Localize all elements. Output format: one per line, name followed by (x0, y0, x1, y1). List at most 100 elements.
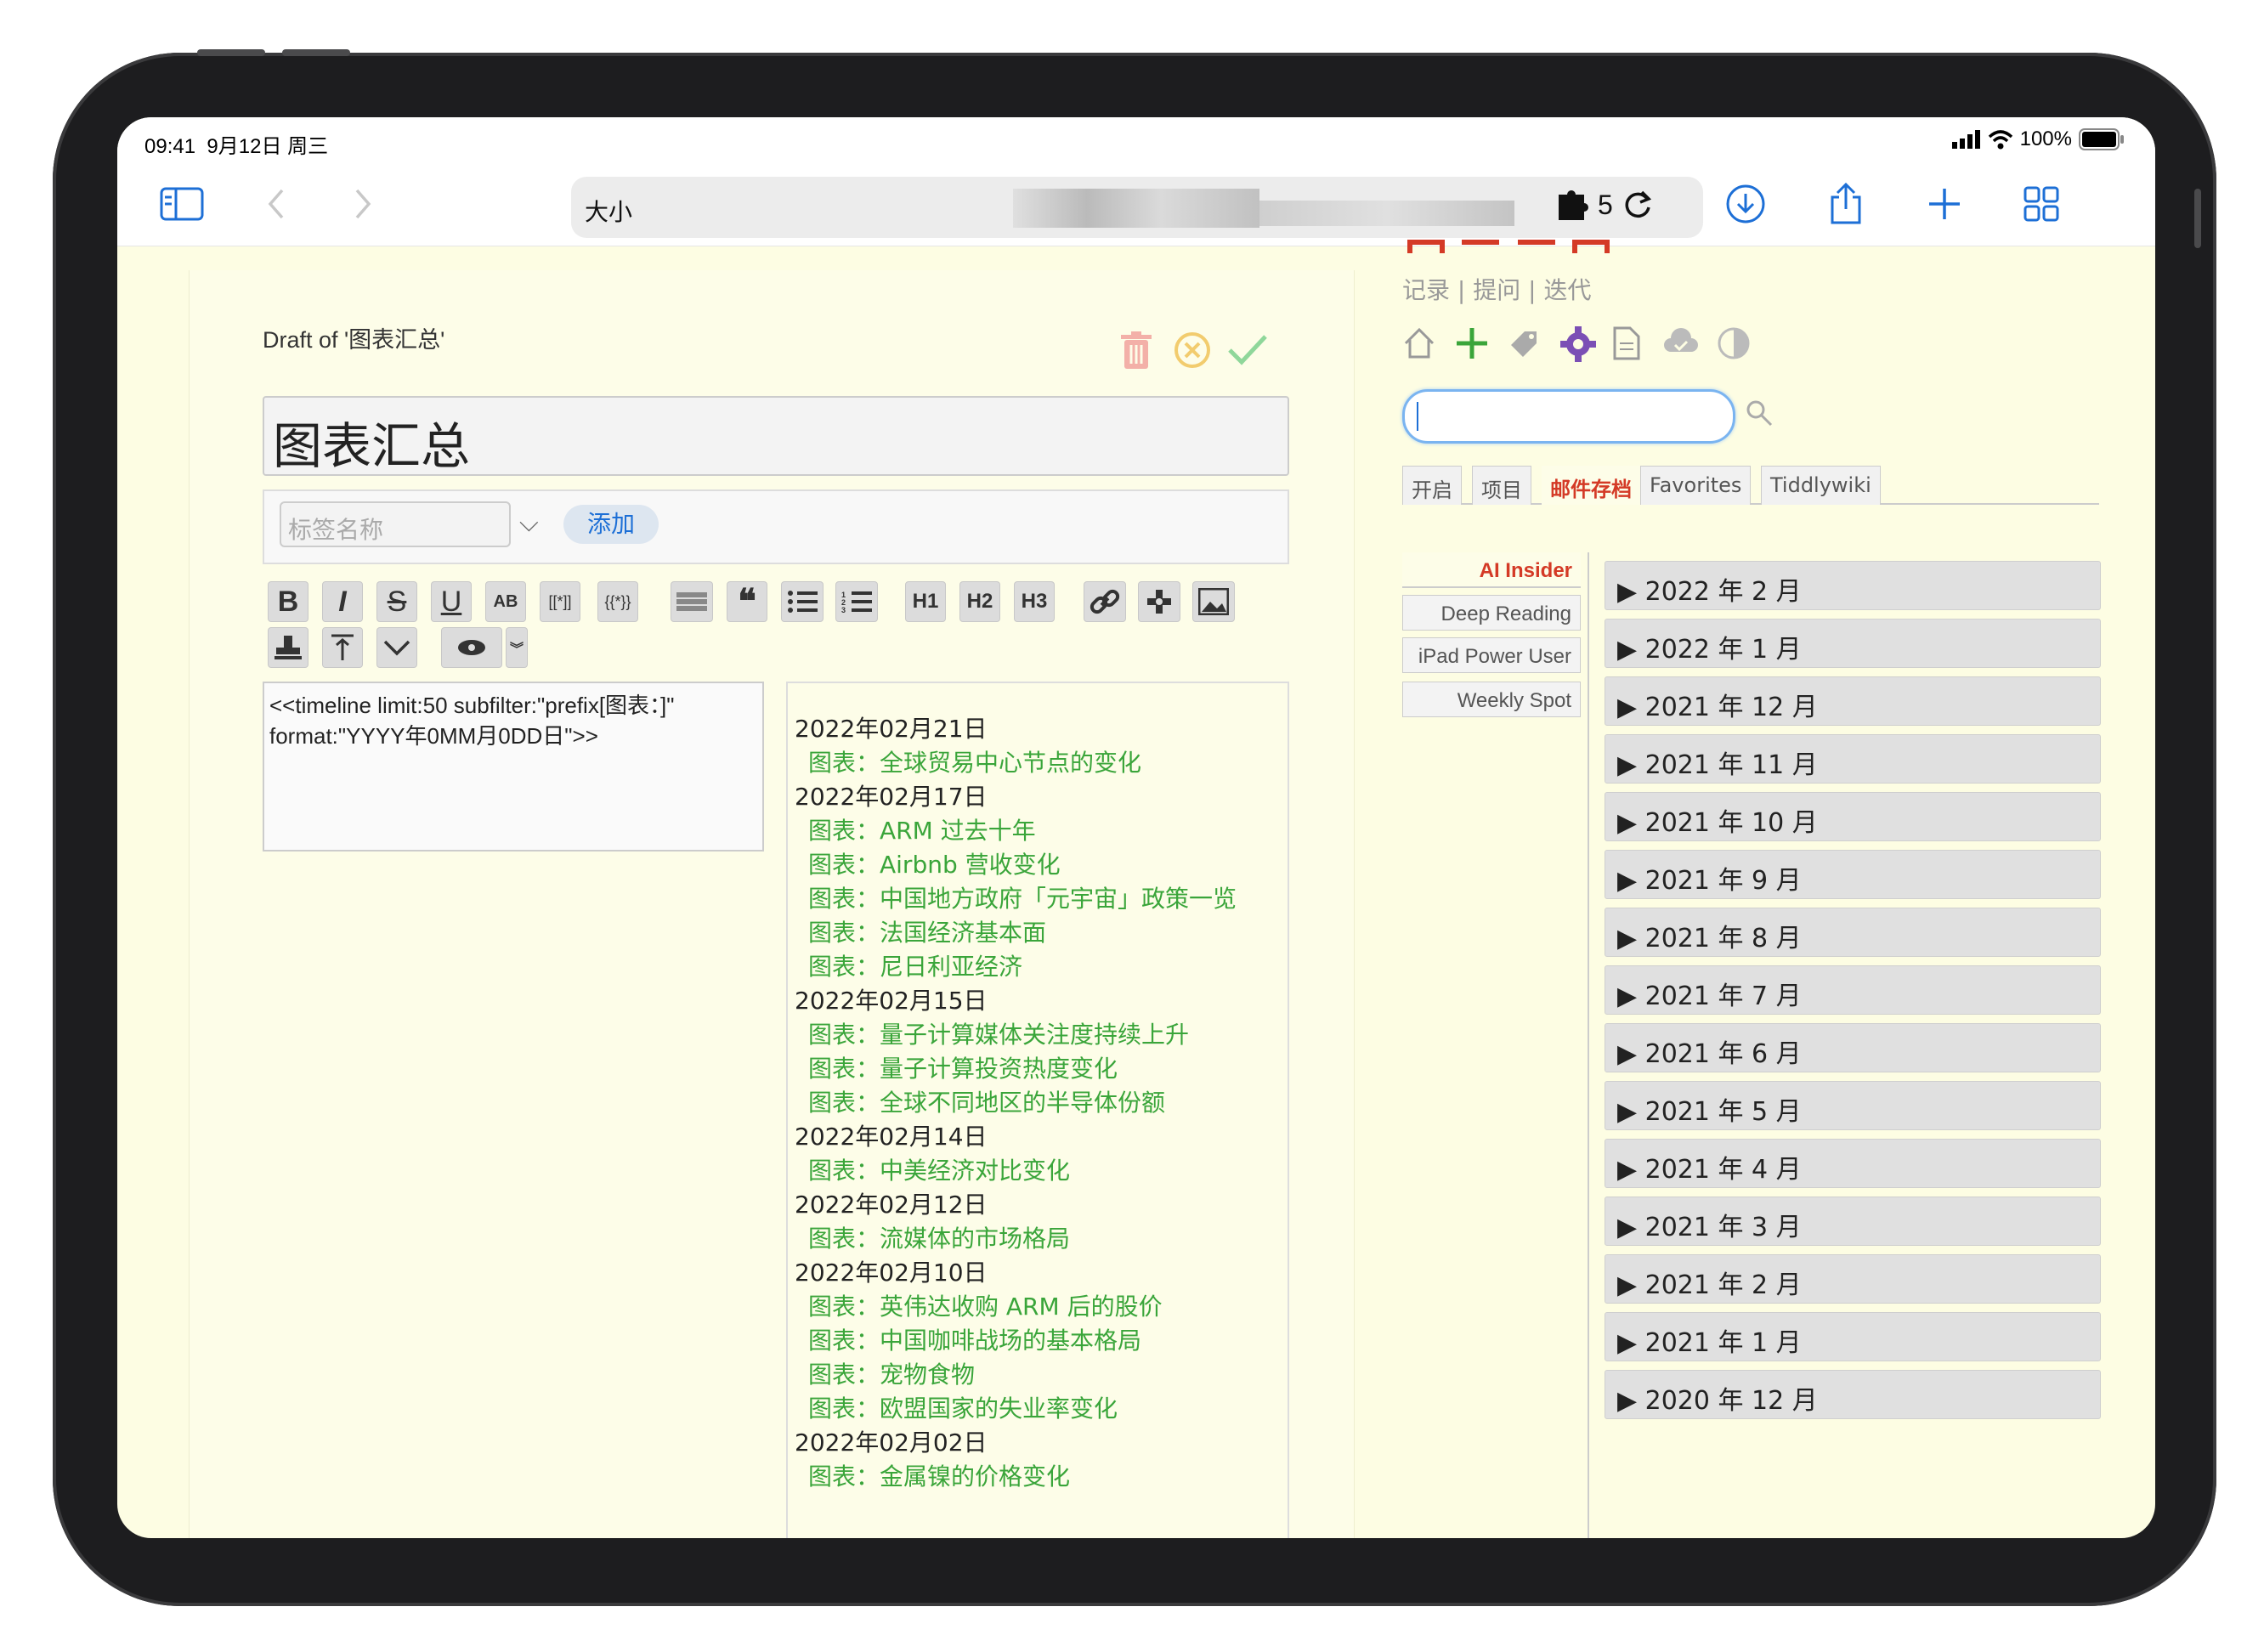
new-tab-icon[interactable] (1921, 180, 1968, 228)
month-item[interactable]: ▶ 2022 年 2 月 (1605, 561, 2101, 610)
cancel-icon[interactable] (1174, 331, 1211, 378)
preview-dropdown-icon[interactable]: ︾ (506, 627, 528, 668)
reload-icon[interactable] (1622, 189, 1654, 221)
cloud-icon[interactable] (1662, 326, 1700, 365)
month-item[interactable]: ▶ 2021 年 8 月 (1605, 908, 2101, 957)
new-tiddler-icon[interactable] (1455, 326, 1489, 369)
timeline-date: 2022年02月21日 (795, 715, 988, 743)
settings-gear-icon[interactable] (1560, 326, 1596, 371)
timeline-link[interactable]: 图表：ARM 过去十年 (795, 814, 1281, 848)
image-icon[interactable] (1192, 581, 1235, 622)
month-item[interactable]: ▶ 2021 年 5 月 (1605, 1081, 2101, 1130)
excise-icon[interactable] (322, 627, 363, 668)
month-item[interactable]: ▶ 2021 年 10 月 (1605, 792, 2101, 841)
timeline-link[interactable]: 图表：宠物食物 (795, 1358, 1281, 1392)
timeline-link[interactable]: 图表：中美经济对比变化 (795, 1154, 1281, 1188)
month-item[interactable]: ▶ 2021 年 3 月 (1605, 1197, 2101, 1246)
subtab-weekly-spot[interactable]: Weekly Spot (1402, 682, 1581, 717)
tab-divider (1588, 552, 1589, 1538)
italic-button[interactable]: I (322, 581, 363, 622)
document-icon[interactable] (1613, 326, 1640, 369)
heading2-button[interactable]: H2 (959, 581, 1000, 622)
tab-start[interactable]: 开启 (1402, 466, 1462, 505)
address-bar[interactable]: 大小 5 (571, 177, 1703, 238)
timeline-link[interactable]: 图表：量子计算媒体关注度持续上升 (795, 1018, 1281, 1052)
smallcaps-button[interactable]: AB (485, 581, 526, 622)
back-icon[interactable] (252, 180, 299, 228)
sidebar: 记录 | 提问 | 迭代 开启 项目 邮件存档 Favorites Tiddly… (1402, 240, 2101, 1538)
heading3-button[interactable]: H3 (1014, 581, 1055, 622)
timeline-list: 2022年02月21日 图表：全球贸易中心节点的变化 2022年02月17日 图表：A… (795, 712, 1281, 1494)
delete-icon[interactable] (1121, 331, 1152, 380)
heading1-button[interactable]: H1 (905, 581, 946, 622)
month-item[interactable]: ▶ 2021 年 7 月 (1605, 965, 2101, 1015)
month-item[interactable]: ▶ 2021 年 11 月 (1605, 734, 2101, 784)
timeline-date: 2022年02月14日 (795, 1123, 988, 1151)
timeline-link[interactable]: 图表：流媒体的市场格局 (795, 1222, 1281, 1256)
search-input[interactable] (1402, 389, 1735, 444)
underline-button[interactable]: U (431, 581, 472, 622)
monospace-icon[interactable] (671, 581, 713, 622)
stamp-icon[interactable] (268, 627, 308, 668)
timeline-link[interactable]: 图表：尼日利亚经济 (795, 950, 1281, 984)
month-item[interactable]: ▶ 2021 年 9 月 (1605, 850, 2101, 899)
timeline-link[interactable]: 图表：量子计算投资热度变化 (795, 1052, 1281, 1086)
chevron-down-icon[interactable]: ⌵ (519, 508, 539, 538)
bold-button[interactable]: B (268, 581, 308, 622)
transclude-button[interactable]: {{*}} (597, 581, 638, 622)
month-item[interactable]: ▶ 2021 年 4 月 (1605, 1139, 2101, 1188)
month-item[interactable]: ▶ 2021 年 6 月 (1605, 1023, 2101, 1072)
done-icon[interactable] (1226, 331, 1269, 378)
extension-icon[interactable] (1555, 190, 1589, 220)
tab-favorites[interactable]: Favorites (1640, 466, 1752, 505)
search-icon[interactable] (1746, 399, 1773, 433)
timeline-link[interactable]: 图表：Airbnb 营收变化 (795, 848, 1281, 882)
month-item[interactable]: ▶ 2020 年 12 月 (1605, 1370, 2101, 1419)
blurred-url (1259, 201, 1514, 226)
tab-overview-icon[interactable] (2018, 180, 2065, 228)
month-item[interactable]: ▶ 2022 年 1 月 (1605, 619, 2101, 668)
forward-icon[interactable] (340, 180, 388, 228)
numbered-list-icon[interactable]: 123 (835, 581, 878, 622)
tag-name-input[interactable]: 标签名称 (280, 501, 511, 547)
strikethrough-button[interactable]: S (376, 581, 417, 622)
tab-tiddlywiki[interactable]: Tiddlywiki (1761, 466, 1881, 505)
title-input[interactable]: 图表汇总 (263, 396, 1289, 476)
month-item[interactable]: ▶ 2021 年 12 月 (1605, 676, 2101, 726)
chevron-down-icon[interactable] (376, 627, 417, 668)
theme-toggle-icon[interactable] (1717, 326, 1751, 369)
blurred-url (1013, 189, 1259, 228)
quote-icon[interactable]: ❝ (727, 581, 767, 622)
tab-projects[interactable]: 项目 (1472, 466, 1531, 505)
subtab-deep-reading[interactable]: Deep Reading (1402, 595, 1581, 631)
month-item[interactable]: ▶ 2021 年 1 月 (1605, 1312, 2101, 1361)
source-textarea[interactable]: <<timeline limit:50 subfilter:"prefix[图表… (263, 682, 764, 851)
month-item[interactable]: ▶ 2021 年 2 月 (1605, 1254, 2101, 1304)
home-icon[interactable] (1402, 326, 1436, 369)
draft-label: Draft of '图表汇总' (263, 327, 445, 353)
subtab-ipad-power-user[interactable]: iPad Power User (1402, 637, 1581, 673)
download-icon[interactable] (1722, 180, 1769, 228)
tab-mail-archive[interactable]: 邮件存档 (1542, 466, 1640, 505)
preview-eye-icon[interactable] (441, 627, 502, 668)
timeline-link[interactable]: 图表：金属镍的价格变化 (795, 1460, 1281, 1494)
timeline-link[interactable]: 图表：欧盟国家的失业率变化 (795, 1392, 1281, 1426)
tiddler-editor: Draft of '图表汇总' 图表汇总 标签名称 ⌵ 添加 B I S U A… (189, 270, 1355, 1538)
sidebar-toggle-icon[interactable] (158, 180, 206, 228)
status-bar: 09:41 9月12日 周三 100% (117, 117, 2155, 165)
tag-manager-icon[interactable] (1508, 326, 1542, 369)
timeline-link[interactable]: 图表：法国经济基本面 (795, 916, 1281, 950)
subtab-ai-insider[interactable]: AI Insider (1402, 552, 1581, 588)
share-icon[interactable] (1822, 180, 1870, 228)
timeline-link[interactable]: 图表：中国地方政府「元宇宙」政策一览 (795, 882, 1281, 916)
timeline-link[interactable]: 图表：全球贸易中心节点的变化 (795, 746, 1281, 780)
add-tag-button[interactable]: 添加 (563, 505, 659, 544)
wikilink-button[interactable]: [[*]] (540, 581, 580, 622)
timeline-link[interactable]: 图表：全球不同地区的半导体份额 (795, 1086, 1281, 1120)
link-icon[interactable] (1084, 581, 1126, 622)
timeline-link[interactable]: 图表：中国咖啡战场的基本格局 (795, 1324, 1281, 1358)
volume-button (197, 49, 265, 56)
bullet-list-icon[interactable] (781, 581, 824, 622)
macro-icon[interactable] (1138, 581, 1180, 622)
timeline-link[interactable]: 图表：英伟达收购 ARM 后的股价 (795, 1290, 1281, 1324)
